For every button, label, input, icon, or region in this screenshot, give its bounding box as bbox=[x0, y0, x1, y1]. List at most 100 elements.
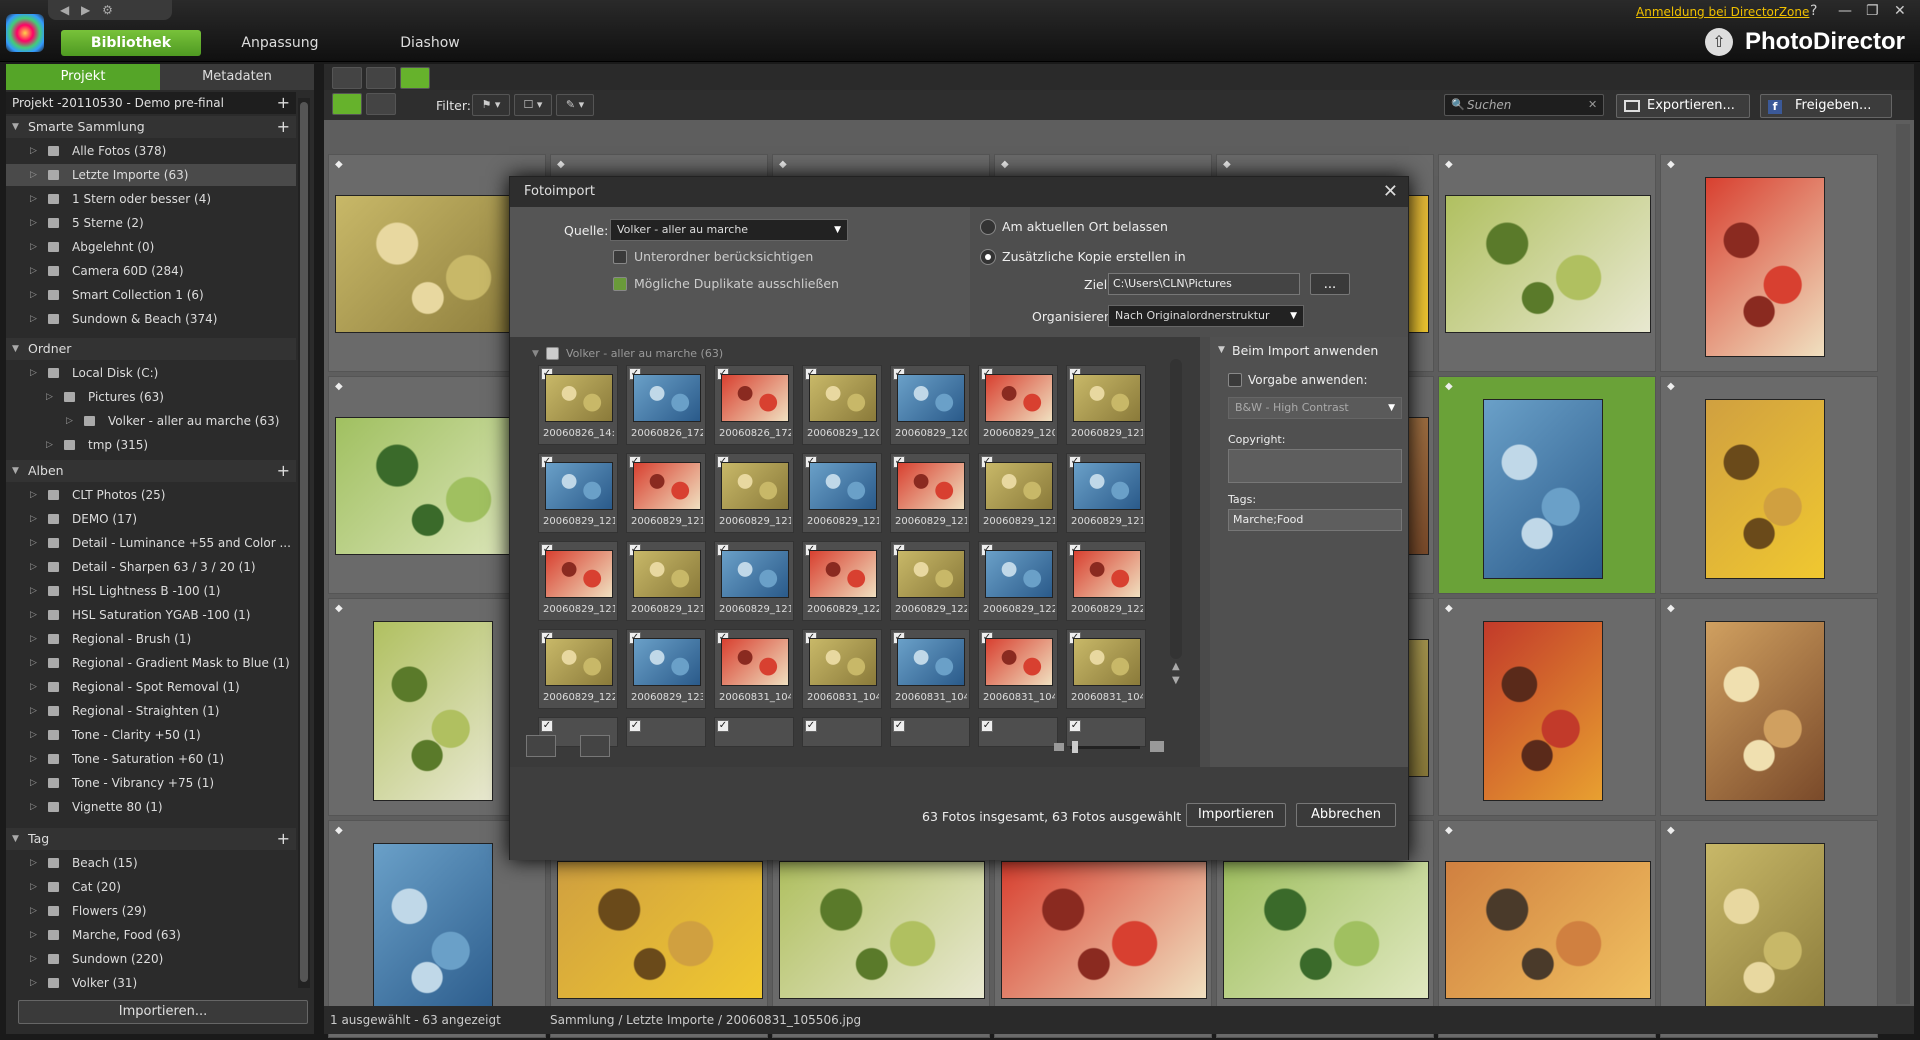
sidebar-item[interactable]: ▷ Tone - Saturation +60 (1) bbox=[6, 748, 296, 770]
sidebar-item[interactable]: ▷ 1 Stern oder besser (4) bbox=[6, 188, 296, 210]
photo-thumbnail[interactable] bbox=[1483, 621, 1603, 801]
expand-icon[interactable]: ▷ bbox=[66, 410, 73, 432]
import-thumbnail[interactable]: ✓20060829_121 bbox=[978, 453, 1058, 533]
sidebar-item[interactable]: ▷ Regional - Straighten (1) bbox=[6, 700, 296, 722]
thumbnail-view-icon[interactable] bbox=[332, 93, 362, 115]
tab-project[interactable]: Projekt bbox=[6, 64, 160, 90]
import-thumbnail[interactable]: ✓20060829_122 bbox=[538, 629, 618, 709]
expand-icon[interactable]: ▷ bbox=[30, 308, 37, 330]
thumb-checkbox[interactable]: ✓ bbox=[717, 720, 729, 732]
import-scrollbar[interactable] bbox=[1170, 359, 1182, 659]
sidebar-item[interactable]: ▷ Cat (20) bbox=[6, 876, 296, 898]
expand-icon[interactable]: ▷ bbox=[30, 900, 37, 922]
import-thumbnail[interactable]: ✓20060826_14: bbox=[538, 365, 618, 445]
import-thumbnail[interactable]: ✓20060829_121 bbox=[802, 453, 882, 533]
import-thumbnail[interactable]: ✓20060829_121 bbox=[626, 453, 706, 533]
sidebar-item[interactable]: ▷ Sundown & Beach (374) bbox=[6, 308, 296, 330]
sidebar-item[interactable]: ▷ Volker (31) bbox=[6, 972, 296, 994]
expand-icon[interactable]: ▷ bbox=[30, 260, 37, 282]
expand-icon[interactable]: ▷ bbox=[30, 212, 37, 234]
photo-thumbnail[interactable] bbox=[1705, 177, 1825, 357]
photo-thumbnail[interactable] bbox=[373, 621, 493, 801]
sidebar-item[interactable]: ▷ Flowers (29) bbox=[6, 900, 296, 922]
expand-icon[interactable]: ▷ bbox=[46, 386, 53, 408]
import-thumbnail[interactable]: ✓20060831_104 bbox=[978, 629, 1058, 709]
import-thumbnail[interactable]: ✓ bbox=[626, 717, 706, 747]
preset-dropdown[interactable]: B&W - High Contrast bbox=[1228, 397, 1402, 419]
grid-cell[interactable]: ◆ bbox=[1660, 376, 1878, 594]
expand-icon[interactable]: ▷ bbox=[46, 434, 53, 456]
photo-thumbnail[interactable] bbox=[373, 843, 493, 1023]
expand-icon[interactable]: ▷ bbox=[30, 188, 37, 210]
mode-adjustment-button[interactable]: Anpassung bbox=[220, 30, 340, 56]
expand-icon[interactable]: ▷ bbox=[30, 948, 37, 970]
sidebar-item[interactable]: ▷ Vignette 80 (1) bbox=[6, 796, 296, 818]
import-thumbnail[interactable]: ✓20060829_122 bbox=[1066, 541, 1146, 621]
grid-cell[interactable]: ◆ bbox=[1660, 598, 1878, 816]
copyright-field[interactable] bbox=[1228, 449, 1402, 483]
grid-cell[interactable]: ◆ bbox=[1438, 154, 1656, 372]
subfolders-checkbox[interactable] bbox=[613, 250, 627, 264]
thumb-checkbox[interactable]: ✓ bbox=[1069, 720, 1081, 732]
grid-mode-icon[interactable] bbox=[400, 67, 430, 89]
import-thumbnail[interactable]: ✓20060829_122 bbox=[890, 541, 970, 621]
expand-icon[interactable]: ▷ bbox=[30, 362, 37, 384]
help-icon[interactable]: ? bbox=[1810, 3, 1817, 19]
sidebar-item[interactable]: ▷ Detail - Sharpen 63 / 3 / 20 (1) bbox=[6, 556, 296, 578]
mode-slideshow-button[interactable]: Diashow bbox=[380, 30, 480, 56]
photo-thumbnail[interactable] bbox=[1483, 399, 1603, 579]
section-tags[interactable]: Tag + bbox=[6, 828, 296, 850]
expand-icon[interactable]: ▷ bbox=[30, 508, 37, 530]
add-icon[interactable]: + bbox=[277, 92, 290, 114]
import-thumbnail[interactable]: ✓20060829_121 bbox=[890, 453, 970, 533]
import-thumbnail[interactable]: ✓20060831_104 bbox=[714, 629, 794, 709]
browse-button[interactable]: ... bbox=[1310, 273, 1350, 295]
scroll-up-icon[interactable]: ▲ bbox=[1172, 661, 1180, 672]
sidebar-item[interactable]: ▷ Tone - Vibrancy +75 (1) bbox=[6, 772, 296, 794]
import-thumbnail[interactable]: ✓20060829_121 bbox=[714, 541, 794, 621]
import-thumbnail[interactable]: ✓20060829_121 bbox=[626, 541, 706, 621]
cancel-button[interactable]: Abbrechen bbox=[1296, 803, 1396, 827]
quick-access-toolbar[interactable]: ◀ ▶ ⚙ bbox=[48, 0, 172, 20]
expand-icon[interactable]: ▷ bbox=[30, 924, 37, 946]
import-thumbnail[interactable]: ✓20060829_121 bbox=[1066, 453, 1146, 533]
grid-cell[interactable]: ◆ bbox=[1660, 154, 1878, 372]
import-thumbnail[interactable]: ✓20060829_123 bbox=[626, 629, 706, 709]
add-icon[interactable]: + bbox=[277, 828, 290, 850]
photo-thumbnail[interactable] bbox=[1705, 843, 1825, 1023]
sidebar-item[interactable]: ▷ HSL Lightness B -100 (1) bbox=[6, 580, 296, 602]
expand-icon[interactable]: ▷ bbox=[30, 164, 37, 186]
project-name[interactable]: Projekt -20110530 - Demo pre-final + bbox=[6, 92, 296, 114]
photo-thumbnail[interactable] bbox=[557, 861, 763, 999]
keep-location-radio[interactable] bbox=[980, 219, 996, 235]
import-thumbnail[interactable]: ✓20060826_172 bbox=[714, 365, 794, 445]
edit-filter-dropdown[interactable]: ✎ ▾ bbox=[556, 94, 594, 116]
expand-icon[interactable]: ▷ bbox=[30, 852, 37, 874]
thumb-checkbox[interactable]: ✓ bbox=[893, 720, 905, 732]
tags-field[interactable]: Marche;Food bbox=[1228, 509, 1402, 531]
select-all-button[interactable] bbox=[580, 735, 610, 757]
expand-icon[interactable]: ▷ bbox=[30, 532, 37, 554]
expand-icon[interactable]: ▷ bbox=[30, 796, 37, 818]
scroll-down-icon[interactable]: ▼ bbox=[1172, 675, 1180, 686]
expand-icon[interactable]: ▷ bbox=[30, 724, 37, 746]
copy-to-radio[interactable] bbox=[980, 249, 996, 265]
target-path-field[interactable]: C:\Users\CLN\Pictures bbox=[1108, 273, 1300, 295]
grid-cell[interactable]: ◆ bbox=[1438, 598, 1656, 816]
thumb-checkbox[interactable]: ✓ bbox=[981, 720, 993, 732]
clear-search-icon[interactable]: ✕ bbox=[1588, 98, 1597, 111]
import-thumbnail[interactable]: ✓20060826_172 bbox=[626, 365, 706, 445]
expand-icon[interactable]: ▷ bbox=[30, 556, 37, 578]
photo-thumbnail[interactable] bbox=[1445, 861, 1651, 999]
import-thumbnail[interactable]: ✓20060829_120 bbox=[802, 365, 882, 445]
thumb-checkbox[interactable]: ✓ bbox=[805, 720, 817, 732]
add-icon[interactable]: + bbox=[277, 116, 290, 138]
thumb-size-handle[interactable] bbox=[1072, 741, 1078, 753]
sidebar-item[interactable]: ▷ Letzte Importe (63) bbox=[6, 164, 296, 186]
sidebar-item[interactable]: ▷ Alle Fotos (378) bbox=[6, 140, 296, 162]
sidebar-item[interactable]: ▷ Local Disk (C:) bbox=[6, 362, 296, 384]
photo-thumbnail[interactable] bbox=[1001, 861, 1207, 999]
expand-icon[interactable]: ▷ bbox=[30, 652, 37, 674]
grid-cell[interactable]: ◆ bbox=[1438, 376, 1656, 594]
import-thumbnail[interactable]: ✓20060829_121 bbox=[538, 453, 618, 533]
